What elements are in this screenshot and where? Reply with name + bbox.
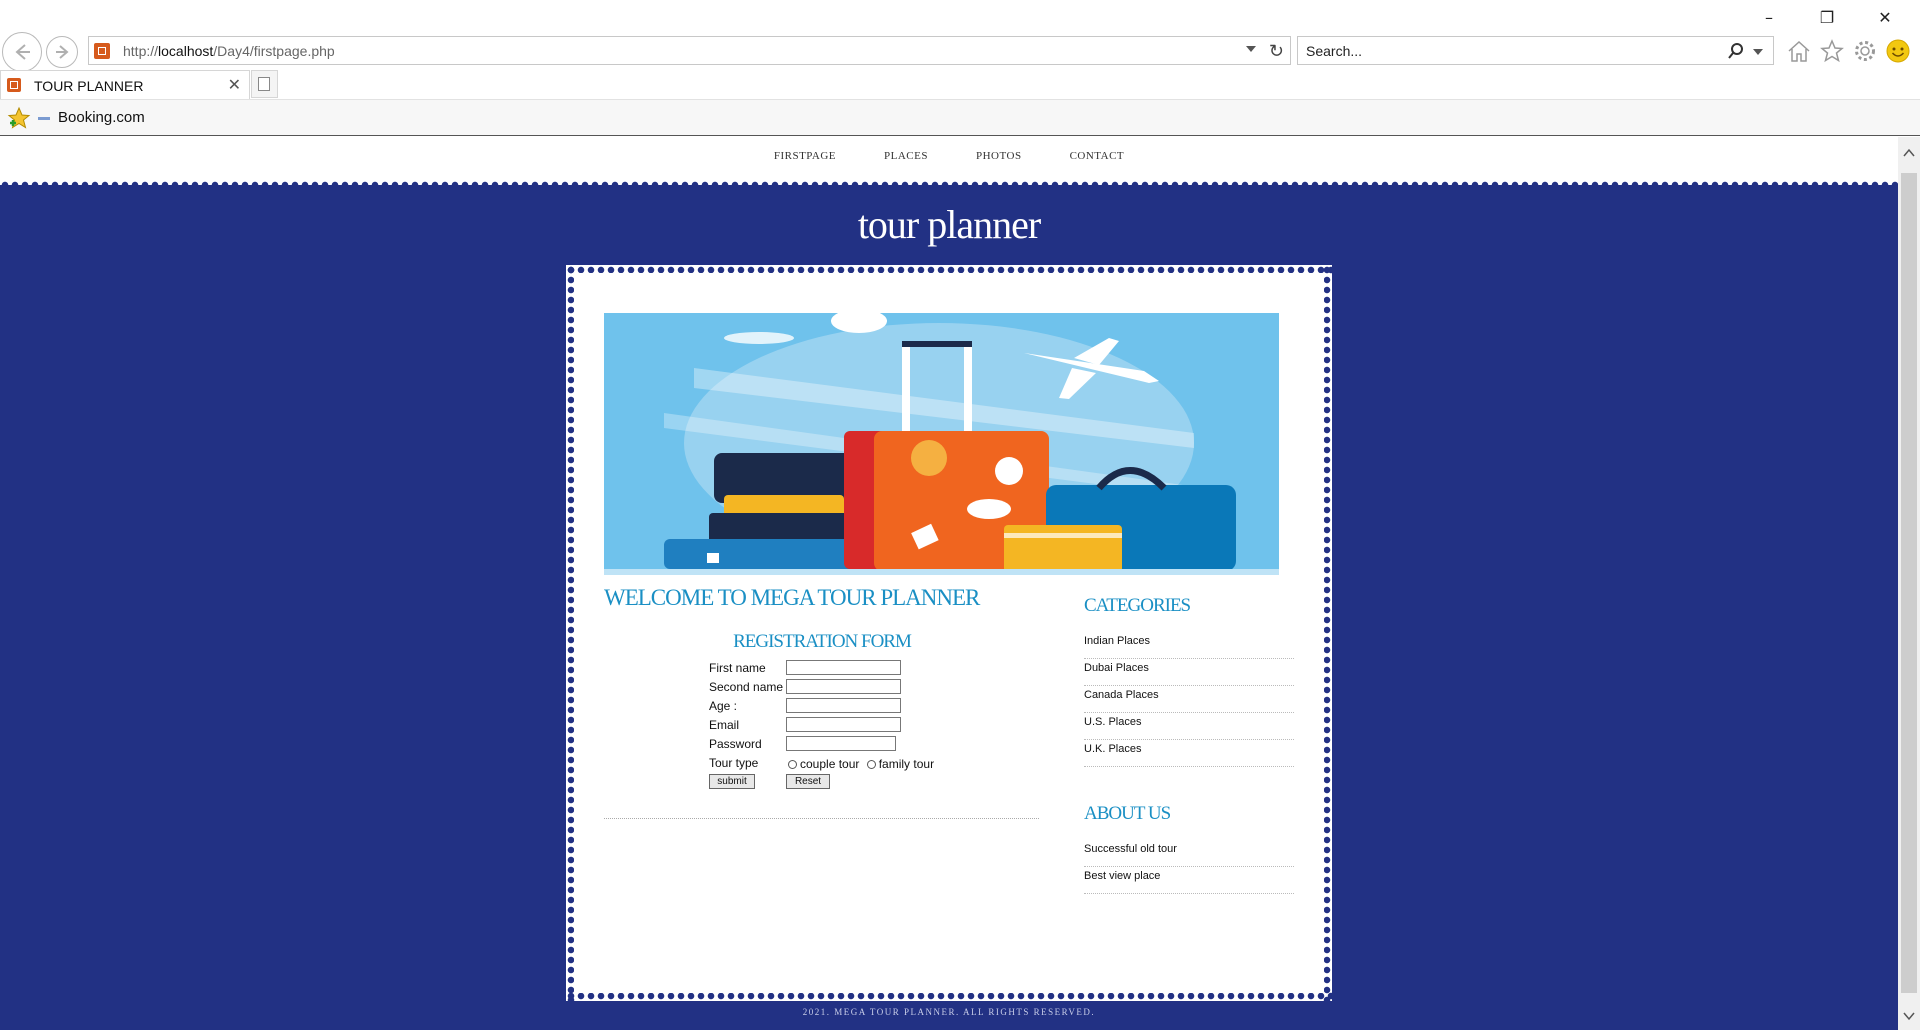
reset-button[interactable]: Reset (786, 774, 830, 789)
forward-button[interactable] (46, 36, 78, 68)
search-box[interactable]: Search... (1297, 36, 1774, 65)
hero-luggage-illustration (604, 313, 1279, 575)
scroll-up-arrow-icon[interactable] (1903, 147, 1915, 159)
tab-title: TOUR PLANNER (34, 78, 144, 94)
refresh-icon[interactable]: ↻ (1269, 41, 1284, 61)
first-name-input[interactable] (786, 660, 901, 675)
smiley-icon[interactable] (1884, 37, 1912, 65)
password-input[interactable] (786, 736, 896, 751)
family-tour-label: family tour (878, 757, 935, 771)
add-favorite-icon[interactable] (7, 106, 31, 130)
favorites-bar: Booking.com (0, 99, 1920, 136)
tour-type-options: couple tour family tour (788, 757, 934, 771)
close-window-button[interactable]: ✕ (1862, 6, 1908, 30)
favorites-star-icon[interactable] (1818, 37, 1846, 65)
restore-button[interactable]: ❐ (1804, 6, 1850, 30)
category-item[interactable]: U.K. Places (1084, 740, 1294, 767)
browser-tab[interactable]: TOUR PLANNER ✕ (0, 70, 250, 99)
address-url[interactable]: http://localhost/Day4/firstpage.php (123, 43, 335, 59)
search-input[interactable]: Search... (1306, 43, 1362, 59)
about-us-title: ABOUT US (1084, 803, 1171, 824)
browser-chrome: – ❐ ✕ http://localhost/Day4/firstpage.ph… (0, 0, 1920, 136)
nav-firstpage[interactable]: FIRSTPAGE (774, 150, 836, 162)
home-icon[interactable] (1785, 37, 1813, 65)
settings-gear-icon[interactable] (1851, 37, 1879, 65)
site-nav: FIRSTPAGE PLACES PHOTOS CONTACT (0, 137, 1898, 181)
site-title: tour planner (857, 202, 1041, 247)
address-dropdown-icon[interactable] (1246, 46, 1256, 52)
first-name-label: First name (709, 661, 766, 675)
category-item[interactable]: Canada Places (1084, 686, 1294, 713)
nav-contact[interactable]: CONTACT (1070, 150, 1125, 162)
search-dropdown-icon[interactable] (1753, 49, 1763, 55)
favorite-link-booking[interactable]: Booking.com (58, 109, 145, 126)
sidebar: CATEGORIES Indian Places Dubai Places Ca… (1084, 595, 1294, 894)
scroll-down-arrow-icon[interactable] (1903, 1010, 1915, 1022)
submit-button[interactable]: submit (709, 774, 755, 789)
booking-favicon-icon (38, 117, 50, 120)
second-name-label: Second name (709, 680, 784, 694)
search-icon[interactable] (1727, 42, 1745, 60)
couple-tour-label: couple tour (800, 757, 860, 771)
category-item[interactable]: Indian Places (1084, 632, 1294, 659)
family-tour-radio[interactable] (866, 760, 876, 769)
site-favicon-icon (94, 43, 110, 59)
category-item[interactable]: U.S. Places (1084, 713, 1294, 740)
welcome-heading: WELCOME TO MEGA TOUR PLANNER (604, 585, 980, 610)
tour-type-label: Tour type (709, 756, 759, 770)
email-input[interactable] (786, 717, 901, 732)
page-viewport: FIRSTPAGE PLACES PHOTOS CONTACT tour pla… (0, 137, 1898, 1030)
tab-favicon-icon (7, 78, 21, 92)
back-button[interactable] (2, 32, 42, 72)
site-footer: 2021. MEGA TOUR PLANNER. ALL RIGHTS RESE… (802, 1007, 1096, 1017)
tab-close-icon[interactable]: ✕ (228, 75, 241, 94)
registration-form-title: REGISTRATION FORM (733, 631, 912, 652)
couple-tour-radio[interactable] (788, 760, 797, 769)
forward-arrow-icon (56, 45, 69, 59)
second-name-input[interactable] (786, 679, 901, 694)
minimize-button[interactable]: – (1746, 6, 1792, 30)
password-label: Password (709, 737, 762, 751)
new-tab-button[interactable] (251, 70, 278, 98)
form-divider (604, 818, 1039, 819)
about-item[interactable]: Successful old tour (1084, 840, 1294, 867)
about-item[interactable]: Best view place (1084, 867, 1294, 894)
nav-scalloped-edge (0, 177, 1898, 185)
vertical-scrollbar[interactable] (1898, 137, 1920, 1030)
scrollbar-thumb[interactable] (1901, 173, 1917, 993)
back-arrow-icon (15, 44, 30, 60)
category-item[interactable]: Dubai Places (1084, 659, 1294, 686)
age-input[interactable] (786, 698, 901, 713)
email-label: Email (709, 718, 740, 732)
age-label: Age : (709, 699, 738, 713)
categories-title: CATEGORIES (1084, 595, 1191, 616)
nav-places[interactable]: PLACES (884, 150, 928, 162)
nav-photos[interactable]: PHOTOS (976, 150, 1022, 162)
address-bar[interactable]: http://localhost/Day4/firstpage.php ↻ (88, 36, 1291, 65)
